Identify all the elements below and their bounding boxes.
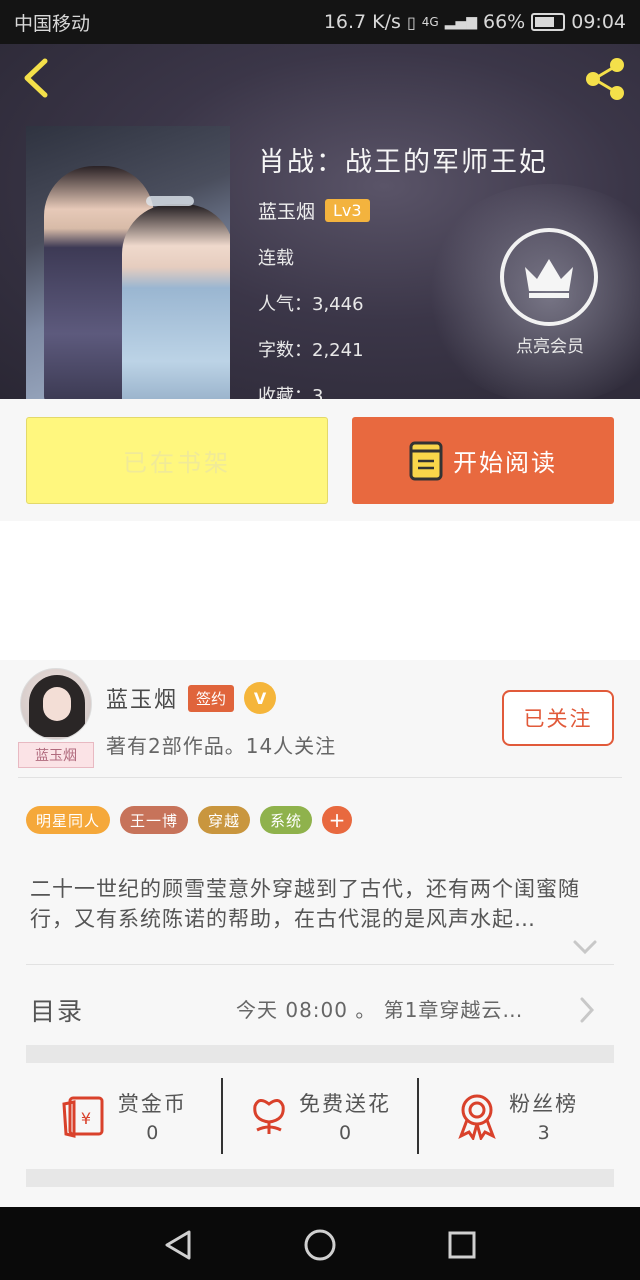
- stat-value: 0: [146, 1122, 159, 1144]
- svg-text:¥: ¥: [81, 1109, 91, 1128]
- book-title: 肖战：战王的军师王妃: [258, 147, 548, 178]
- nav-home-button[interactable]: [300, 1225, 340, 1265]
- nav-recents-button[interactable]: [442, 1225, 482, 1265]
- chevron-left-icon: [24, 58, 48, 98]
- section-separator: [26, 1045, 614, 1063]
- follow-button[interactable]: 已关注: [502, 690, 614, 746]
- add-tag-button[interactable]: +: [322, 806, 353, 834]
- back-button[interactable]: [16, 56, 56, 100]
- divider: [26, 964, 614, 965]
- author-name[interactable]: 蓝玉烟: [106, 682, 178, 714]
- book-header: 肖战：战王的军师王妃 蓝玉烟 Lv3 连载 人气：3,446 字数：2,241 …: [0, 44, 640, 399]
- start-reading-label: 开始阅读: [453, 449, 557, 477]
- add-to-shelf-button[interactable]: 已在书架: [26, 417, 328, 504]
- stat-label: 免费送花: [299, 1092, 391, 1116]
- vip-button[interactable]: 点亮会员: [500, 228, 600, 357]
- stat-value: 3: [537, 1122, 550, 1144]
- send-flower-button[interactable]: 免费送花 0: [220, 1078, 418, 1154]
- tag-item[interactable]: 穿越: [198, 806, 251, 834]
- book-favorites: 收藏：3: [258, 386, 324, 399]
- stat-value: 0: [338, 1122, 352, 1144]
- tag-item[interactable]: 系统: [260, 806, 313, 834]
- author-avatar[interactable]: [20, 668, 92, 740]
- status-bar: 中国移动 16.7 K/s ▯ 4G ▂▄▆ 66% 09:04: [0, 0, 640, 44]
- clock: 09:04: [571, 11, 626, 33]
- crown-icon: [500, 228, 598, 326]
- signed-badge: 签约: [188, 684, 235, 712]
- divider: [18, 777, 622, 778]
- share-icon: [586, 58, 624, 100]
- book-description[interactable]: 二十一世纪的顾雪莹意外穿越到了古代，还有两个闺蜜随行，又有系统陈诺的帮助，在古代…: [30, 874, 610, 934]
- action-bar: 已在书架 开始阅读: [0, 399, 640, 521]
- triangle-back-icon: [165, 1230, 191, 1260]
- author-section: 蓝玉烟 蓝玉烟 签约 V 著有2部作品。14人关注 已关注 明星同人 王一博 穿…: [0, 660, 640, 1207]
- table-of-contents-row[interactable]: 目录 今天 08:00 。 第1章穿越云…: [0, 980, 640, 1038]
- tag-item[interactable]: 王一博: [120, 806, 189, 834]
- interaction-stats: ¥ 赏金币 0 免费送花 0 粉丝榜 3: [26, 1078, 614, 1154]
- nav-back-button[interactable]: [158, 1225, 198, 1265]
- red-envelope-icon: ¥: [62, 1096, 104, 1138]
- book-author[interactable]: 蓝玉烟: [258, 197, 315, 224]
- author-stats: 著有2部作品。14人关注: [106, 734, 337, 758]
- start-reading-button[interactable]: 开始阅读: [352, 417, 614, 504]
- toc-label: 目录: [30, 997, 85, 1026]
- section-separator: [26, 1169, 614, 1187]
- blank-area: [0, 521, 640, 660]
- vip-label: 点亮会员: [516, 337, 584, 357]
- circle-home-icon: [304, 1229, 336, 1261]
- chevron-down-icon[interactable]: [572, 938, 598, 956]
- book-cover[interactable]: [26, 126, 230, 399]
- chevron-right-icon: [580, 997, 595, 1023]
- tag-list: 明星同人 王一博 穿越 系统 +: [26, 806, 353, 834]
- author-row: 蓝玉烟 Lv3: [258, 197, 548, 224]
- level-badge: Lv3: [325, 199, 370, 222]
- share-button[interactable]: [580, 54, 630, 104]
- fan-ranking-button[interactable]: 粉丝榜 3: [417, 1078, 614, 1154]
- flower-icon: [253, 1099, 285, 1134]
- signal-network: 4G: [421, 15, 439, 29]
- battery-percent: 66%: [483, 11, 526, 33]
- vibrate-icon: ▯: [406, 12, 416, 32]
- stat-label: 粉丝榜: [509, 1092, 579, 1116]
- verified-badge-icon: V: [244, 682, 277, 714]
- reward-coins-button[interactable]: ¥ 赏金币 0: [26, 1078, 221, 1154]
- latest-chapter: 今天 08:00 。 第1章穿越云…: [236, 998, 524, 1022]
- square-recents-icon: [448, 1231, 476, 1259]
- signal-icon: ▂▄▆: [444, 14, 477, 30]
- stat-label: 赏金币: [117, 1092, 187, 1116]
- author-name-row: 蓝玉烟 签约 V: [106, 682, 277, 714]
- network-speed: 16.7 K/s: [323, 11, 401, 33]
- status-right: 16.7 K/s ▯ 4G ▂▄▆ 66% 09:04: [324, 11, 626, 33]
- tag-item[interactable]: 明星同人: [26, 806, 111, 834]
- avatar-name-tag: 蓝玉烟: [18, 742, 94, 768]
- carrier-name: 中国移动: [14, 12, 91, 35]
- book-icon: [409, 441, 443, 480]
- medal-icon: [458, 1094, 496, 1140]
- battery-icon: [531, 13, 566, 31]
- system-nav-bar: [0, 1207, 640, 1280]
